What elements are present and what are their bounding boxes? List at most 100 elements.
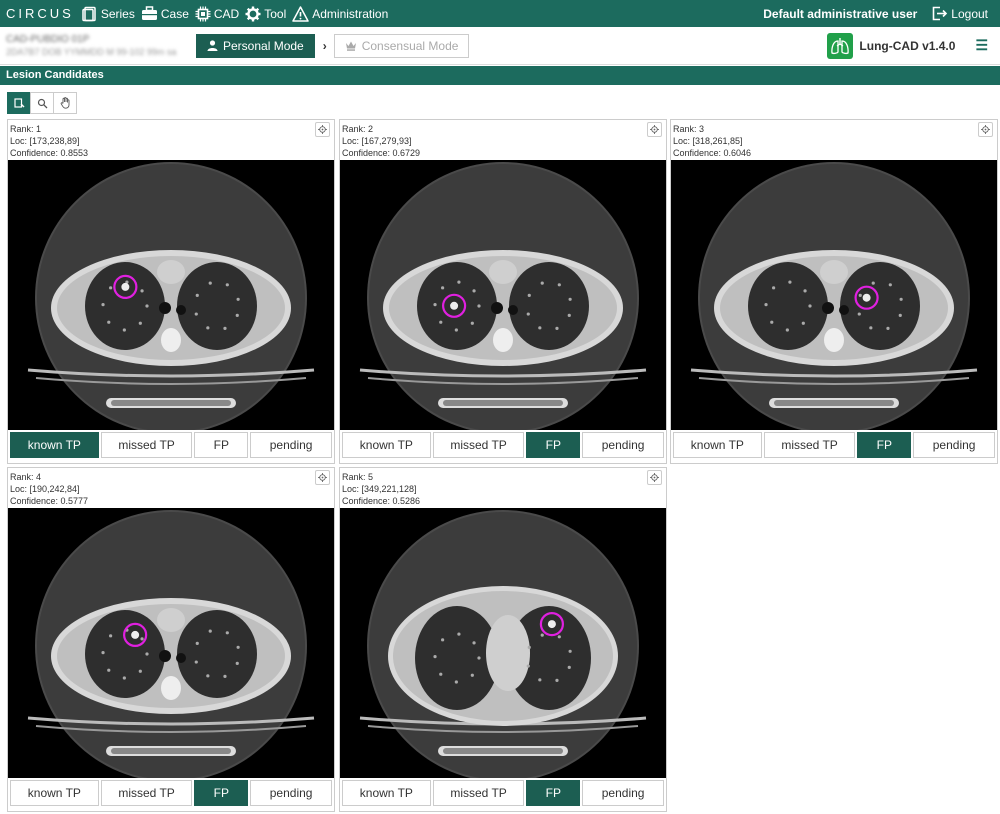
plugin-info: Lung-CAD v1.4.0 ☰ <box>827 32 994 59</box>
candidate-location: Loc: [167,279,93] <box>342 136 412 146</box>
zoom-icon <box>37 98 47 108</box>
candidate-card: Rank: 2 Loc: [167,279,93] Confidence: 0.… <box>339 119 667 464</box>
plugin-name: Lung-CAD v1.4.0 <box>859 38 956 53</box>
nav-cad-label: CAD <box>213 6 240 21</box>
lungs-icon <box>827 32 854 59</box>
candidate-card: Rank: 1 Loc: [173,238,89] Confidence: 0.… <box>7 119 335 464</box>
locate-button[interactable] <box>978 122 993 137</box>
candidate-location: Loc: [173,238,89] <box>10 136 80 146</box>
logout-button[interactable]: Logout <box>931 6 988 21</box>
feedback-buttons: known TP missed TP FP pending <box>8 430 334 460</box>
fp-button[interactable]: FP <box>194 432 249 458</box>
fp-button[interactable]: FP <box>526 432 581 458</box>
chevron-right-icon: › <box>322 38 327 53</box>
chip-icon <box>195 6 211 21</box>
consensual-mode-button[interactable]: Consensual Mode <box>333 33 470 58</box>
pager-tool-button[interactable] <box>7 92 31 114</box>
candidate-rank: Rank: 4 <box>10 472 42 482</box>
known-tp-button[interactable]: known TP <box>673 432 762 458</box>
hand-tool-button[interactable] <box>53 92 77 114</box>
missed-tp-button[interactable]: missed TP <box>432 780 525 806</box>
logout-label: Logout <box>951 6 988 21</box>
locate-button[interactable] <box>647 122 662 137</box>
patient-id: CAD-PUBDIO 01P <box>6 33 90 45</box>
crown-icon <box>345 41 356 51</box>
candidate-confidence: Confidence: 0.8553 <box>10 148 89 158</box>
patient-info: CAD-PUBDIO 01P 2DA7B7 DOB YYMMDD M 99-10… <box>6 34 192 58</box>
nav-tool[interactable]: Tool <box>245 6 286 22</box>
candidate-card: Rank: 5 Loc: [349,221,128] Confidence: 0… <box>339 467 667 812</box>
pending-button[interactable]: pending <box>582 432 664 458</box>
image-viewer[interactable] <box>8 508 334 778</box>
missed-tp-button[interactable]: missed TP <box>100 780 193 806</box>
image-viewer[interactable] <box>671 160 997 430</box>
missed-tp-button[interactable]: missed TP <box>432 432 525 458</box>
candidate-info: Rank: 5 Loc: [349,221,128] Confidence: 0… <box>340 468 666 508</box>
briefcase-icon <box>141 6 157 20</box>
known-tp-button[interactable]: known TP <box>10 432 99 458</box>
image-viewer[interactable] <box>340 508 666 778</box>
hand-icon <box>60 97 69 109</box>
known-tp-button[interactable]: known TP <box>342 432 431 458</box>
candidate-rank: Rank: 1 <box>10 124 42 134</box>
candidate-rank: Rank: 5 <box>342 472 374 482</box>
candidate-info: Rank: 3 Loc: [318,261,85] Confidence: 0.… <box>671 120 997 160</box>
image-viewer[interactable] <box>8 160 334 430</box>
candidate-confidence: Confidence: 0.6729 <box>342 148 421 158</box>
candidate-info: Rank: 1 Loc: [173,238,89] Confidence: 0.… <box>8 120 334 160</box>
candidate-rank: Rank: 3 <box>673 124 705 134</box>
feedback-buttons: known TP missed TP FP pending <box>8 778 334 808</box>
candidate-location: Loc: [318,261,85] <box>673 136 743 146</box>
locate-button[interactable] <box>315 470 330 485</box>
viewer-toolbar <box>7 92 77 114</box>
pending-button[interactable]: pending <box>582 780 664 806</box>
candidate-location: Loc: [349,221,128] <box>342 484 417 494</box>
locate-button[interactable] <box>315 122 330 137</box>
feedback-buttons: known TP missed TP FP pending <box>340 778 666 808</box>
gear-icon <box>245 6 261 21</box>
image-viewer[interactable] <box>340 160 666 430</box>
candidate-info: Rank: 2 Loc: [167,279,93] Confidence: 0.… <box>340 120 666 160</box>
fp-button[interactable]: FP <box>526 780 581 806</box>
candidate-card: Rank: 4 Loc: [190,242,84] Confidence: 0.… <box>7 467 335 812</box>
nav-case[interactable]: Case <box>141 6 189 21</box>
pending-button[interactable]: pending <box>250 780 332 806</box>
user-name[interactable]: Default administrative user <box>763 7 917 21</box>
missed-tp-button[interactable]: missed TP <box>100 432 193 458</box>
hamburger-menu-icon[interactable]: ☰ <box>975 37 988 54</box>
fp-button[interactable]: FP <box>857 432 912 458</box>
ct-image <box>340 508 666 778</box>
consensual-mode-label: Consensual Mode <box>361 38 459 53</box>
logout-icon <box>932 6 948 21</box>
feedback-buttons: known TP missed TP FP pending <box>340 430 666 460</box>
nav-right: Default administrative user Logout <box>763 6 994 21</box>
crosshair-icon <box>650 473 659 482</box>
ct-image <box>340 160 666 430</box>
nav-tool-label: Tool <box>264 6 287 21</box>
known-tp-button[interactable]: known TP <box>10 780 99 806</box>
missed-tp-button[interactable]: missed TP <box>763 432 856 458</box>
candidate-rank: Rank: 2 <box>342 124 374 134</box>
ct-image <box>8 160 334 430</box>
feedback-buttons: known TP missed TP FP pending <box>671 430 997 460</box>
candidate-location: Loc: [190,242,84] <box>10 484 80 494</box>
ct-image <box>8 508 334 778</box>
nav-series-label: Series <box>100 6 135 21</box>
personal-mode-button[interactable]: Personal Mode <box>196 33 315 58</box>
locate-button[interactable] <box>647 470 662 485</box>
crosshair-icon <box>650 125 659 134</box>
case-header: CAD-PUBDIO 01P 2DA7B7 DOB YYMMDD M 99-10… <box>0 27 1000 65</box>
pending-button[interactable]: pending <box>250 432 332 458</box>
known-tp-button[interactable]: known TP <box>342 780 431 806</box>
candidate-confidence: Confidence: 0.5777 <box>10 496 89 506</box>
nav-administration[interactable]: Administration <box>292 5 389 22</box>
pager-icon <box>13 97 24 108</box>
fp-button[interactable]: FP <box>194 780 249 806</box>
pending-button[interactable]: pending <box>913 432 995 458</box>
zoom-tool-button[interactable] <box>30 92 54 114</box>
nav-case-label: Case <box>160 6 189 21</box>
nav-cad[interactable]: CAD <box>195 6 239 22</box>
nav-series[interactable]: Series <box>82 6 135 22</box>
nav-administration-label: Administration <box>312 6 389 21</box>
brand-logo[interactable]: CIRCUS <box>6 6 74 21</box>
